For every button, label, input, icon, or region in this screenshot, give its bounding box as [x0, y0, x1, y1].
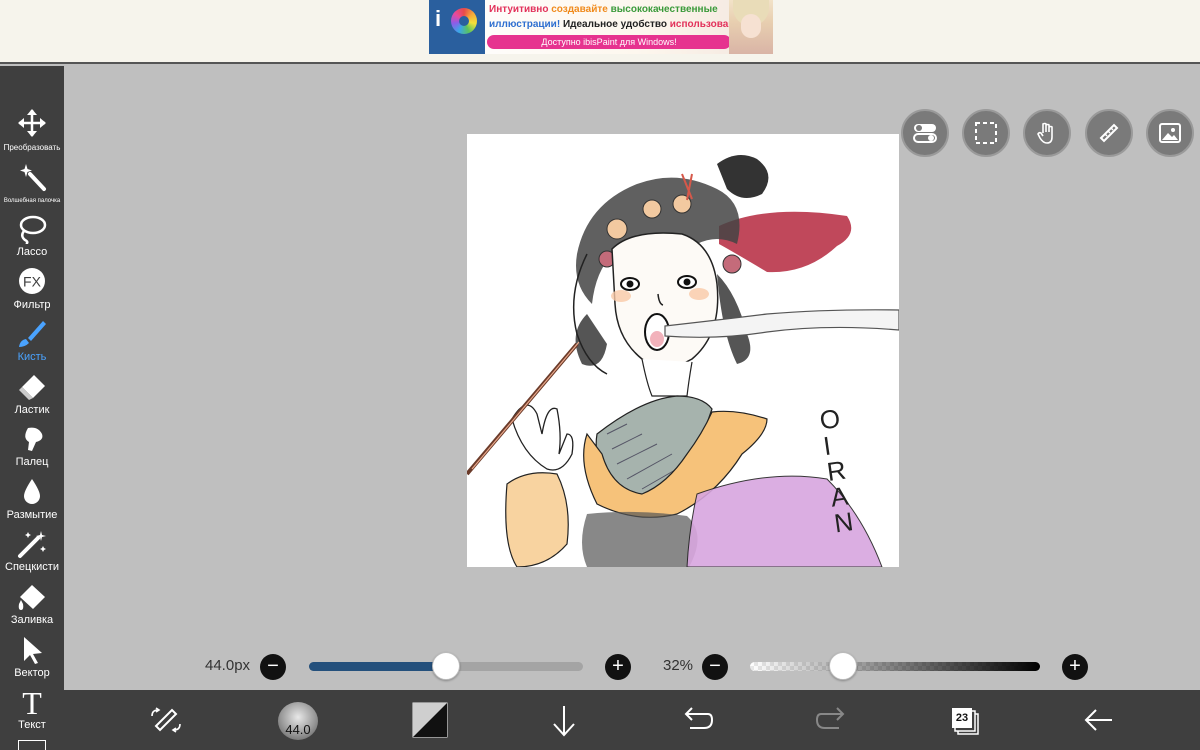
svg-text:FX: FX — [23, 274, 42, 290]
undo-icon[interactable] — [682, 690, 714, 750]
tool-smudge[interactable]: Палец — [0, 424, 64, 476]
ad-text-part: Идеальное удобство — [562, 19, 670, 30]
ad-text-line2: иллюстрации! Идеальное удобство использо… — [489, 19, 750, 30]
back-arrow-icon[interactable] — [1082, 690, 1116, 750]
ad-character-image — [729, 0, 773, 54]
tool-label: Преобразовать — [3, 143, 61, 152]
ibispaint-logo: i — [429, 0, 485, 54]
ad-text-part: иллюстрации! — [489, 19, 563, 30]
tool-label: Ластик — [14, 404, 50, 416]
color-wheel-icon — [451, 8, 477, 34]
image-icon — [1159, 123, 1181, 143]
tool-magic-wand[interactable]: Волшебная палочка — [0, 162, 64, 214]
blur-drop-icon — [24, 479, 40, 504]
opacity-minus-button[interactable]: − — [702, 654, 728, 680]
layer-toggle-button[interactable] — [901, 109, 949, 157]
color-swatch-icon[interactable] — [412, 690, 448, 750]
tool-label: Кисть — [17, 351, 47, 363]
tool-special-brush[interactable]: Спецкисти — [0, 529, 64, 581]
tool-eraser[interactable]: Ластик — [0, 372, 64, 424]
ad-bar: i Интуитивно создавайте высококачественн… — [0, 0, 1200, 64]
drawing-canvas[interactable]: OIRAN — [467, 134, 899, 567]
tool-vector[interactable]: Вектор — [0, 635, 64, 687]
tool-lasso[interactable]: Лассо — [0, 214, 64, 266]
selection-icon — [975, 122, 997, 144]
ad-text-part: создавайте — [551, 4, 611, 15]
tool-label: Фильтр — [13, 299, 51, 311]
tool-text[interactable]: T Текст — [0, 687, 64, 739]
download-arrow-icon[interactable] — [549, 690, 579, 750]
opacity-plus-button[interactable]: + — [1062, 654, 1088, 680]
layer-count-badge: 23 — [952, 708, 972, 728]
opacity-handle[interactable] — [828, 652, 857, 680]
tool-label: Волшебная палочка — [3, 198, 61, 204]
brush-size-minus-button[interactable]: − — [260, 654, 286, 680]
selection-button[interactable] — [962, 109, 1010, 157]
tool-label: Заливка — [10, 614, 54, 626]
text-icon: T — [22, 687, 42, 717]
bottom-toolbar: 44.0 23 — [64, 690, 1200, 750]
opacity-label: 32% — [663, 657, 694, 674]
smudge-icon — [25, 427, 43, 451]
brush-settings-icon[interactable] — [148, 690, 184, 750]
brush-size-fill — [309, 662, 446, 671]
ad-text-part: Интуитивно — [489, 4, 552, 15]
tool-label: Вектор — [14, 667, 50, 679]
hand-tool-button[interactable] — [1023, 109, 1071, 157]
vector-cursor-icon — [24, 637, 42, 664]
ad-text-line1: Интуитивно создавайте высококачественные — [489, 4, 718, 15]
tool-label: Размытие — [6, 509, 58, 521]
fx-icon: FX — [19, 268, 45, 294]
tool-brush[interactable]: Кисть — [0, 319, 64, 371]
move-arrows-icon — [18, 109, 46, 137]
fill-bucket-icon — [18, 585, 45, 610]
tool-label: Текст — [18, 719, 46, 731]
brush-size-plus-button[interactable]: + — [605, 654, 631, 680]
toggle-icon — [913, 124, 937, 143]
tool-blur[interactable]: Размытие — [0, 477, 64, 529]
lasso-icon — [19, 215, 47, 244]
brush-size-value: 44.0 — [285, 722, 311, 737]
ruler-icon — [1099, 123, 1119, 143]
tool-fill[interactable]: Заливка — [0, 582, 64, 634]
magic-wand-icon — [20, 164, 46, 191]
reference-image-button[interactable] — [1146, 109, 1194, 157]
eraser-icon — [19, 375, 45, 400]
tool-label: Лассо — [16, 246, 48, 258]
special-brush-icon — [18, 531, 46, 558]
brush-icon — [19, 321, 46, 347]
tool-label: Палец — [15, 456, 49, 468]
ad-banner[interactable]: i Интуитивно создавайте высококачественн… — [429, 0, 773, 54]
extra-tool-edge[interactable] — [18, 740, 46, 750]
opacity-slider[interactable] — [750, 662, 1040, 671]
svg-text:T: T — [22, 687, 42, 717]
ad-download-button[interactable]: Доступно ibisPaint для Windows! — [487, 35, 731, 49]
tool-sidebar: Преобразовать Волшебная палочка Лассо FX… — [0, 66, 64, 750]
tool-filter[interactable]: FX Фильтр — [0, 267, 64, 319]
brush-size-label: 44.0px — [205, 657, 251, 674]
ruler-button[interactable] — [1085, 109, 1133, 157]
brush-size-handle[interactable] — [432, 652, 460, 680]
redo-icon[interactable] — [815, 690, 847, 750]
ad-text-part: высококачественные — [610, 4, 718, 15]
logo-letter: i — [435, 6, 442, 31]
hand-icon — [1037, 122, 1053, 144]
tool-transform[interactable]: Преобразовать — [0, 108, 64, 160]
tool-label: Спецкисти — [5, 561, 59, 573]
